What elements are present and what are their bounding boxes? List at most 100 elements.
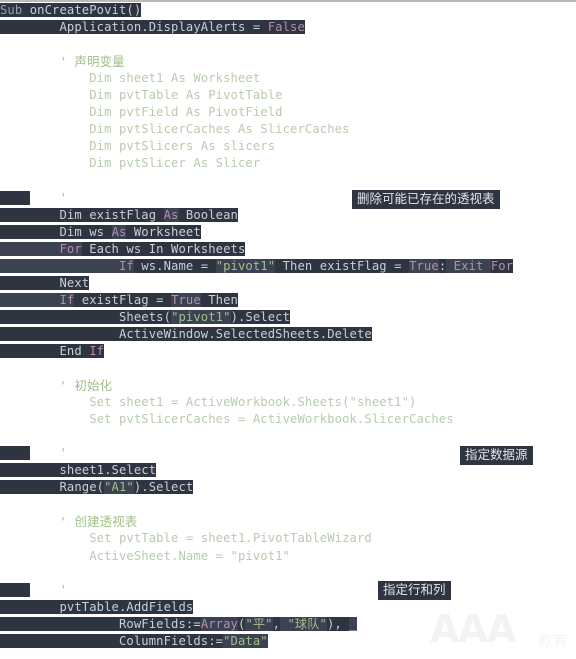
code-token: "球队" — [280, 616, 327, 631]
code-token: ), — [326, 616, 350, 631]
code-line: For Each ws In Worksheets — [0, 241, 576, 258]
code-token: For — [490, 258, 514, 273]
code-token: ActiveWindow.SelectedSheets.Delete — [0, 326, 372, 341]
code-token: Dim pvtField As PivotField — [0, 105, 283, 120]
code-token: sheet1.Select — [0, 463, 157, 478]
code-token: Exit — [446, 258, 491, 273]
code-line: Set pvtSlicerCaches = ActiveWorkbook.Sli… — [0, 411, 576, 428]
code-token: ActiveSheet.Name = "pivot1" — [0, 548, 291, 563]
code-token: "A1" — [104, 480, 134, 495]
annotation-specify-rows-columns: 指定行和列 — [378, 581, 451, 600]
code-token: 声明变量 — [74, 54, 125, 70]
code-token: End — [0, 343, 90, 358]
code-token: Worksheet — [126, 224, 201, 239]
annotation-specify-data-source: 指定数据源 — [460, 446, 533, 465]
code-line: Dim existFlag As Boolean — [0, 207, 576, 224]
code-line: pvtTable.AddFields — [0, 599, 576, 616]
code-token: Next — [0, 275, 90, 290]
code-token — [0, 446, 30, 461]
code-token: Sub — [0, 3, 30, 17]
code-token: "pivot1" — [171, 309, 231, 324]
code-token: Dim existFlag — [0, 207, 164, 222]
code-line: If existFlag = True Then — [0, 292, 576, 309]
code-token: Application.DisplayAlerts = — [0, 20, 268, 35]
code-token: Set pvtTable = sheet1.PivotTableWizard — [0, 531, 372, 546]
code-token: True — [409, 258, 439, 273]
code-token: Then existFlag = — [275, 258, 410, 273]
code-token: Set sheet1 = ActiveWorkbook.Sheets("shee… — [0, 395, 417, 410]
code-token: If — [0, 258, 134, 273]
code-token: Dim sheet1 As Worksheet — [0, 71, 261, 86]
code-line: Dim sheet1 As Worksheet — [0, 70, 576, 87]
code-token: ).Select — [230, 309, 291, 324]
code-token: For — [0, 241, 82, 256]
code-token: Dim pvtSlicer As Slicer — [0, 156, 261, 171]
code-line: ActiveSheet.Name = "pivot1" — [0, 548, 576, 565]
code-token: ' — [0, 55, 75, 70]
code-line: Sheets("pivot1").Select — [0, 309, 576, 326]
code-token — [0, 190, 30, 205]
code-token: 初始化 — [74, 378, 113, 394]
code-token: _ — [349, 616, 357, 631]
code-token: Dim ws — [0, 224, 112, 239]
code-line: Dim pvtField As PivotField — [0, 104, 576, 121]
code-line: If ws.Name = "pivot1" Then existFlag = T… — [0, 258, 576, 275]
code-line: Set sheet1 = ActiveWorkbook.Sheets("shee… — [0, 394, 576, 411]
code-token: ' — [59, 582, 67, 597]
code-token: ' — [59, 190, 67, 205]
code-token: ws.Name = — [133, 258, 216, 273]
code-line: ' 声明变量 — [0, 53, 576, 70]
code-line: ' 创建透视表 — [0, 513, 576, 530]
code-line: Dim pvtSlicers As slicers — [0, 138, 576, 155]
code-token: ' — [0, 379, 75, 394]
code-token: ).Select — [133, 480, 194, 495]
code-line: Next — [0, 275, 576, 292]
code-line: Dim pvtSlicer As Slicer — [0, 155, 576, 172]
code-token: If — [89, 343, 105, 358]
code-token: Dim pvtSlicers As slicers — [0, 139, 276, 154]
code-token: Set pvtSlicerCaches = ActiveWorkbook.Sli… — [0, 412, 454, 427]
code-listing: Sub onCreatePovit() Application.DisplayA… — [0, 2, 576, 650]
code-token: Dim pvtSlicerCaches As SlicerCaches — [0, 122, 350, 137]
code-token: existFlag = — [74, 292, 172, 307]
code-token: As — [111, 224, 127, 239]
code-line: Dim pvtSlicerCaches As SlicerCaches — [0, 121, 576, 138]
code-token: As — [163, 207, 179, 222]
code-token — [0, 582, 30, 597]
code-token: , — [272, 616, 281, 631]
code-line: RowFields:=Array("平", "球队"), _ — [0, 616, 576, 633]
code-token: Dim pvtTable As PivotTable — [0, 88, 283, 103]
code-token: True — [171, 292, 201, 307]
code-line: ' — [0, 582, 576, 599]
code-token: Array — [200, 616, 238, 631]
code-line: End If — [0, 343, 576, 360]
code-line: ColumnFields:="Data" — [0, 633, 576, 650]
code-token: ' — [59, 446, 67, 461]
code-token: False — [267, 20, 305, 35]
code-token: "平" — [245, 616, 273, 631]
code-token: ColumnFields:= — [0, 633, 224, 648]
code-token: Then — [200, 292, 238, 307]
code-token: Each ws In Worksheets — [81, 241, 246, 256]
code-token: 创建透视表 — [74, 514, 138, 530]
code-line: ActiveWindow.SelectedSheets.Delete — [0, 326, 576, 343]
code-line: Range("A1").Select — [0, 479, 576, 496]
code-token: Boolean — [178, 207, 238, 222]
code-token: ' — [0, 515, 75, 530]
code-token: "Data" — [223, 633, 268, 648]
code-line: ' 初始化 — [0, 377, 576, 394]
code-token: "pivot1" — [215, 258, 276, 273]
code-token: Range( — [0, 480, 105, 495]
code-line: Application.DisplayAlerts = False — [0, 19, 576, 36]
code-token: onCreatePovit() — [29, 3, 142, 17]
code-token: If — [0, 292, 75, 307]
